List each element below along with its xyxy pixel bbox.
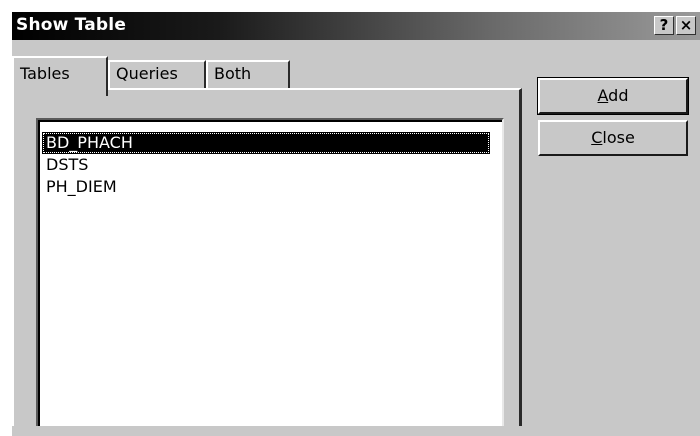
title-bar[interactable]: Show Table ? × <box>12 12 700 40</box>
list-item-ph-diem[interactable]: PH_DIEM <box>42 176 490 198</box>
add-label-rest: dd <box>608 86 629 105</box>
close-icon[interactable]: × <box>676 16 696 35</box>
add-button[interactable]: Add <box>537 77 689 115</box>
tab-queries-label: Queries <box>116 64 178 83</box>
list-item-dsts[interactable]: DSTS <box>42 154 490 176</box>
dialog-title: Show Table <box>16 15 127 35</box>
tab-tables-label: Tables <box>20 64 70 83</box>
tab-queries[interactable]: Queries <box>108 60 206 90</box>
close-label-rest: lose <box>602 128 635 147</box>
tab-both-label: Both <box>214 64 252 83</box>
table-listbox[interactable]: BD_PHACH DSTS PH_DIEM <box>36 118 504 426</box>
add-mnemonic: A <box>597 86 609 105</box>
tab-tables[interactable]: Tables <box>12 56 108 96</box>
close-mnemonic: C <box>591 128 603 147</box>
tab-both[interactable]: Both <box>206 60 290 90</box>
list-item-bd-phach[interactable]: BD_PHACH <box>42 132 490 154</box>
help-button[interactable]: ? <box>654 16 674 35</box>
close-button[interactable]: Close <box>538 120 688 156</box>
